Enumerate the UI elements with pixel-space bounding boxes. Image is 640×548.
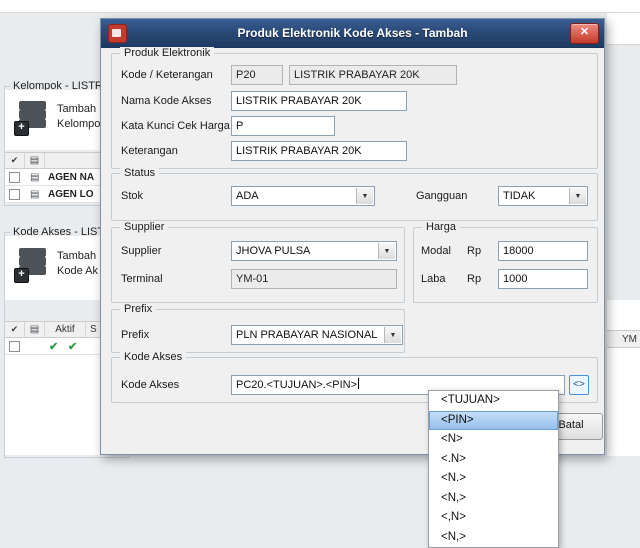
- terminal-field: YM-01: [231, 269, 397, 289]
- select-column-header[interactable]: ✔: [5, 322, 25, 337]
- layers-icon: ▤: [29, 323, 40, 335]
- supplier-select[interactable]: JHOVA PULSA ▼: [231, 241, 397, 261]
- popup-item-n-comma-2[interactable]: <N,>: [429, 528, 558, 548]
- group-column-header[interactable]: ▤: [25, 153, 45, 168]
- group-column-header[interactable]: ▤: [25, 322, 45, 337]
- gangguan-label: Gangguan: [416, 190, 468, 202]
- right-table-header: YM: [607, 330, 640, 348]
- close-button[interactable]: ✕: [570, 23, 599, 44]
- popup-item-n[interactable]: <N>: [429, 430, 558, 450]
- popup-item-tujuan[interactable]: <TUJUAN>: [429, 391, 558, 411]
- status-check-icon: ✔: [68, 341, 78, 353]
- background-panel-top-right: [607, 13, 640, 45]
- popup-item-dot-n[interactable]: <.N>: [429, 450, 558, 470]
- nama-kode-akses-input[interactable]: LISTRIK PRABAYAR 20K: [231, 91, 407, 111]
- dialog-title: Produk Elektronik Kode Akses - Tambah: [237, 26, 468, 40]
- supplier-label: Supplier: [121, 245, 162, 257]
- stok-value: ADA: [236, 190, 259, 202]
- add-kode-akses-label-2: Kode Ak: [57, 265, 98, 277]
- group-title: Supplier: [120, 221, 169, 233]
- kode-akses-label: Kode Akses: [121, 379, 180, 391]
- check-icon: ✔: [10, 324, 19, 334]
- row-checkbox[interactable]: [9, 341, 20, 352]
- row-checkbox[interactable]: [9, 189, 20, 200]
- popup-item-n-dot[interactable]: <N.>: [429, 469, 558, 489]
- laba-label: Laba: [421, 273, 446, 285]
- stok-select[interactable]: ADA ▼: [231, 186, 375, 206]
- chevron-down-icon[interactable]: ▼: [569, 188, 586, 204]
- kode-desc-field: LISTRIK PRABAYAR 20K: [289, 65, 457, 85]
- chevron-down-icon[interactable]: ▼: [378, 243, 395, 259]
- chevron-down-icon[interactable]: ▼: [356, 188, 373, 204]
- plus-icon: +: [14, 121, 29, 136]
- add-kelompok-label-2: Kelompok: [57, 118, 106, 130]
- layers-icon: ▤: [30, 172, 40, 183]
- kelompok-row-name: AGEN NA: [48, 172, 95, 183]
- status-column-label: S: [90, 324, 97, 335]
- group-supplier: Supplier: [111, 221, 405, 303]
- nama-kode-akses-label: Nama Kode Akses: [121, 95, 212, 107]
- popup-item-n-comma[interactable]: <N,>: [429, 489, 558, 509]
- group-title: Status: [120, 167, 160, 179]
- dialog-titlebar[interactable]: Produk Elektronik Kode Akses - Tambah ✕: [101, 19, 604, 48]
- keterangan-label: Keterangan: [121, 145, 178, 157]
- modal-input[interactable]: 18000: [498, 241, 588, 261]
- chevron-down-icon[interactable]: ▼: [384, 327, 401, 343]
- aktif-column-label: Aktif: [55, 324, 75, 335]
- right-column-label: YM: [622, 333, 637, 345]
- prefix-value: PLN PRABAYAR NASIONAL: [236, 329, 378, 341]
- select-column-header[interactable]: ✔: [5, 153, 25, 168]
- stok-label: Stok: [121, 190, 144, 202]
- kata-kunci-input[interactable]: P: [231, 116, 335, 136]
- insert-placeholder-button[interactable]: <>: [569, 375, 589, 395]
- add-kelompok-icon[interactable]: +: [14, 98, 49, 136]
- laba-input[interactable]: 1000: [498, 269, 588, 289]
- layers-icon: ▤: [30, 189, 40, 200]
- group-title: Produk Elektronik: [120, 47, 215, 59]
- kode-keterangan-label: Kode / Keterangan: [121, 69, 213, 81]
- kelompok-row-name: AGEN LO: [48, 189, 94, 200]
- popup-item-comma-n[interactable]: <,N>: [429, 508, 558, 528]
- text-cursor: [358, 378, 360, 389]
- add-kelompok-button[interactable]: Tambah Kelompok: [57, 102, 106, 132]
- kata-kunci-label: Kata Kunci Cek Harga: [121, 120, 230, 132]
- supplier-value: JHOVA PULSA: [236, 245, 311, 257]
- background-table-right: [607, 300, 640, 456]
- aktif-column-header[interactable]: Aktif: [45, 322, 86, 337]
- row-checkbox[interactable]: [9, 172, 20, 183]
- add-kode-akses-button[interactable]: Tambah Kode Ak: [57, 249, 98, 279]
- add-kode-akses-label-1: Tambah: [57, 250, 97, 262]
- modal-currency-label: Rp: [467, 245, 482, 257]
- group-title: Kode Akses: [120, 351, 187, 363]
- add-kelompok-label-1: Tambah: [57, 103, 97, 115]
- check-icon: ✔: [10, 155, 19, 165]
- layers-icon: ▤: [29, 154, 40, 166]
- popup-item-pin-selected[interactable]: <PIN>: [429, 410, 558, 430]
- kode-field: P20: [231, 65, 283, 85]
- window-top-strip: [0, 0, 640, 13]
- keterangan-input[interactable]: LISTRIK PRABAYAR 20K: [231, 141, 407, 161]
- group-title: Prefix: [120, 303, 157, 315]
- placeholder-popup: <TUJUAN> <PIN> <N> <.N> <N.> <N,> <,N> <…: [428, 390, 559, 548]
- plus-icon: +: [14, 268, 29, 283]
- group-title: Harga: [422, 221, 460, 233]
- aktif-check-icon: ✔: [49, 341, 59, 353]
- laba-currency-label: Rp: [467, 273, 482, 285]
- gangguan-value: TIDAK: [503, 190, 536, 202]
- add-kode-akses-icon[interactable]: +: [14, 245, 49, 283]
- prefix-label: Prefix: [121, 329, 150, 341]
- modal-label: Modal: [421, 245, 451, 257]
- gangguan-select[interactable]: TIDAK ▼: [498, 186, 588, 206]
- close-icon: ✕: [579, 26, 590, 38]
- group-harga: Harga: [413, 221, 598, 303]
- prefix-select[interactable]: PLN PRABAYAR NASIONAL ▼: [231, 325, 403, 345]
- app-window: Kelompok - LISTRI + Tambah Kelompok ✔ ▤ …: [0, 0, 640, 548]
- terminal-label: Terminal: [121, 273, 163, 285]
- kode-akses-value: PC20.<TUJUAN>.<PIN>: [236, 379, 358, 391]
